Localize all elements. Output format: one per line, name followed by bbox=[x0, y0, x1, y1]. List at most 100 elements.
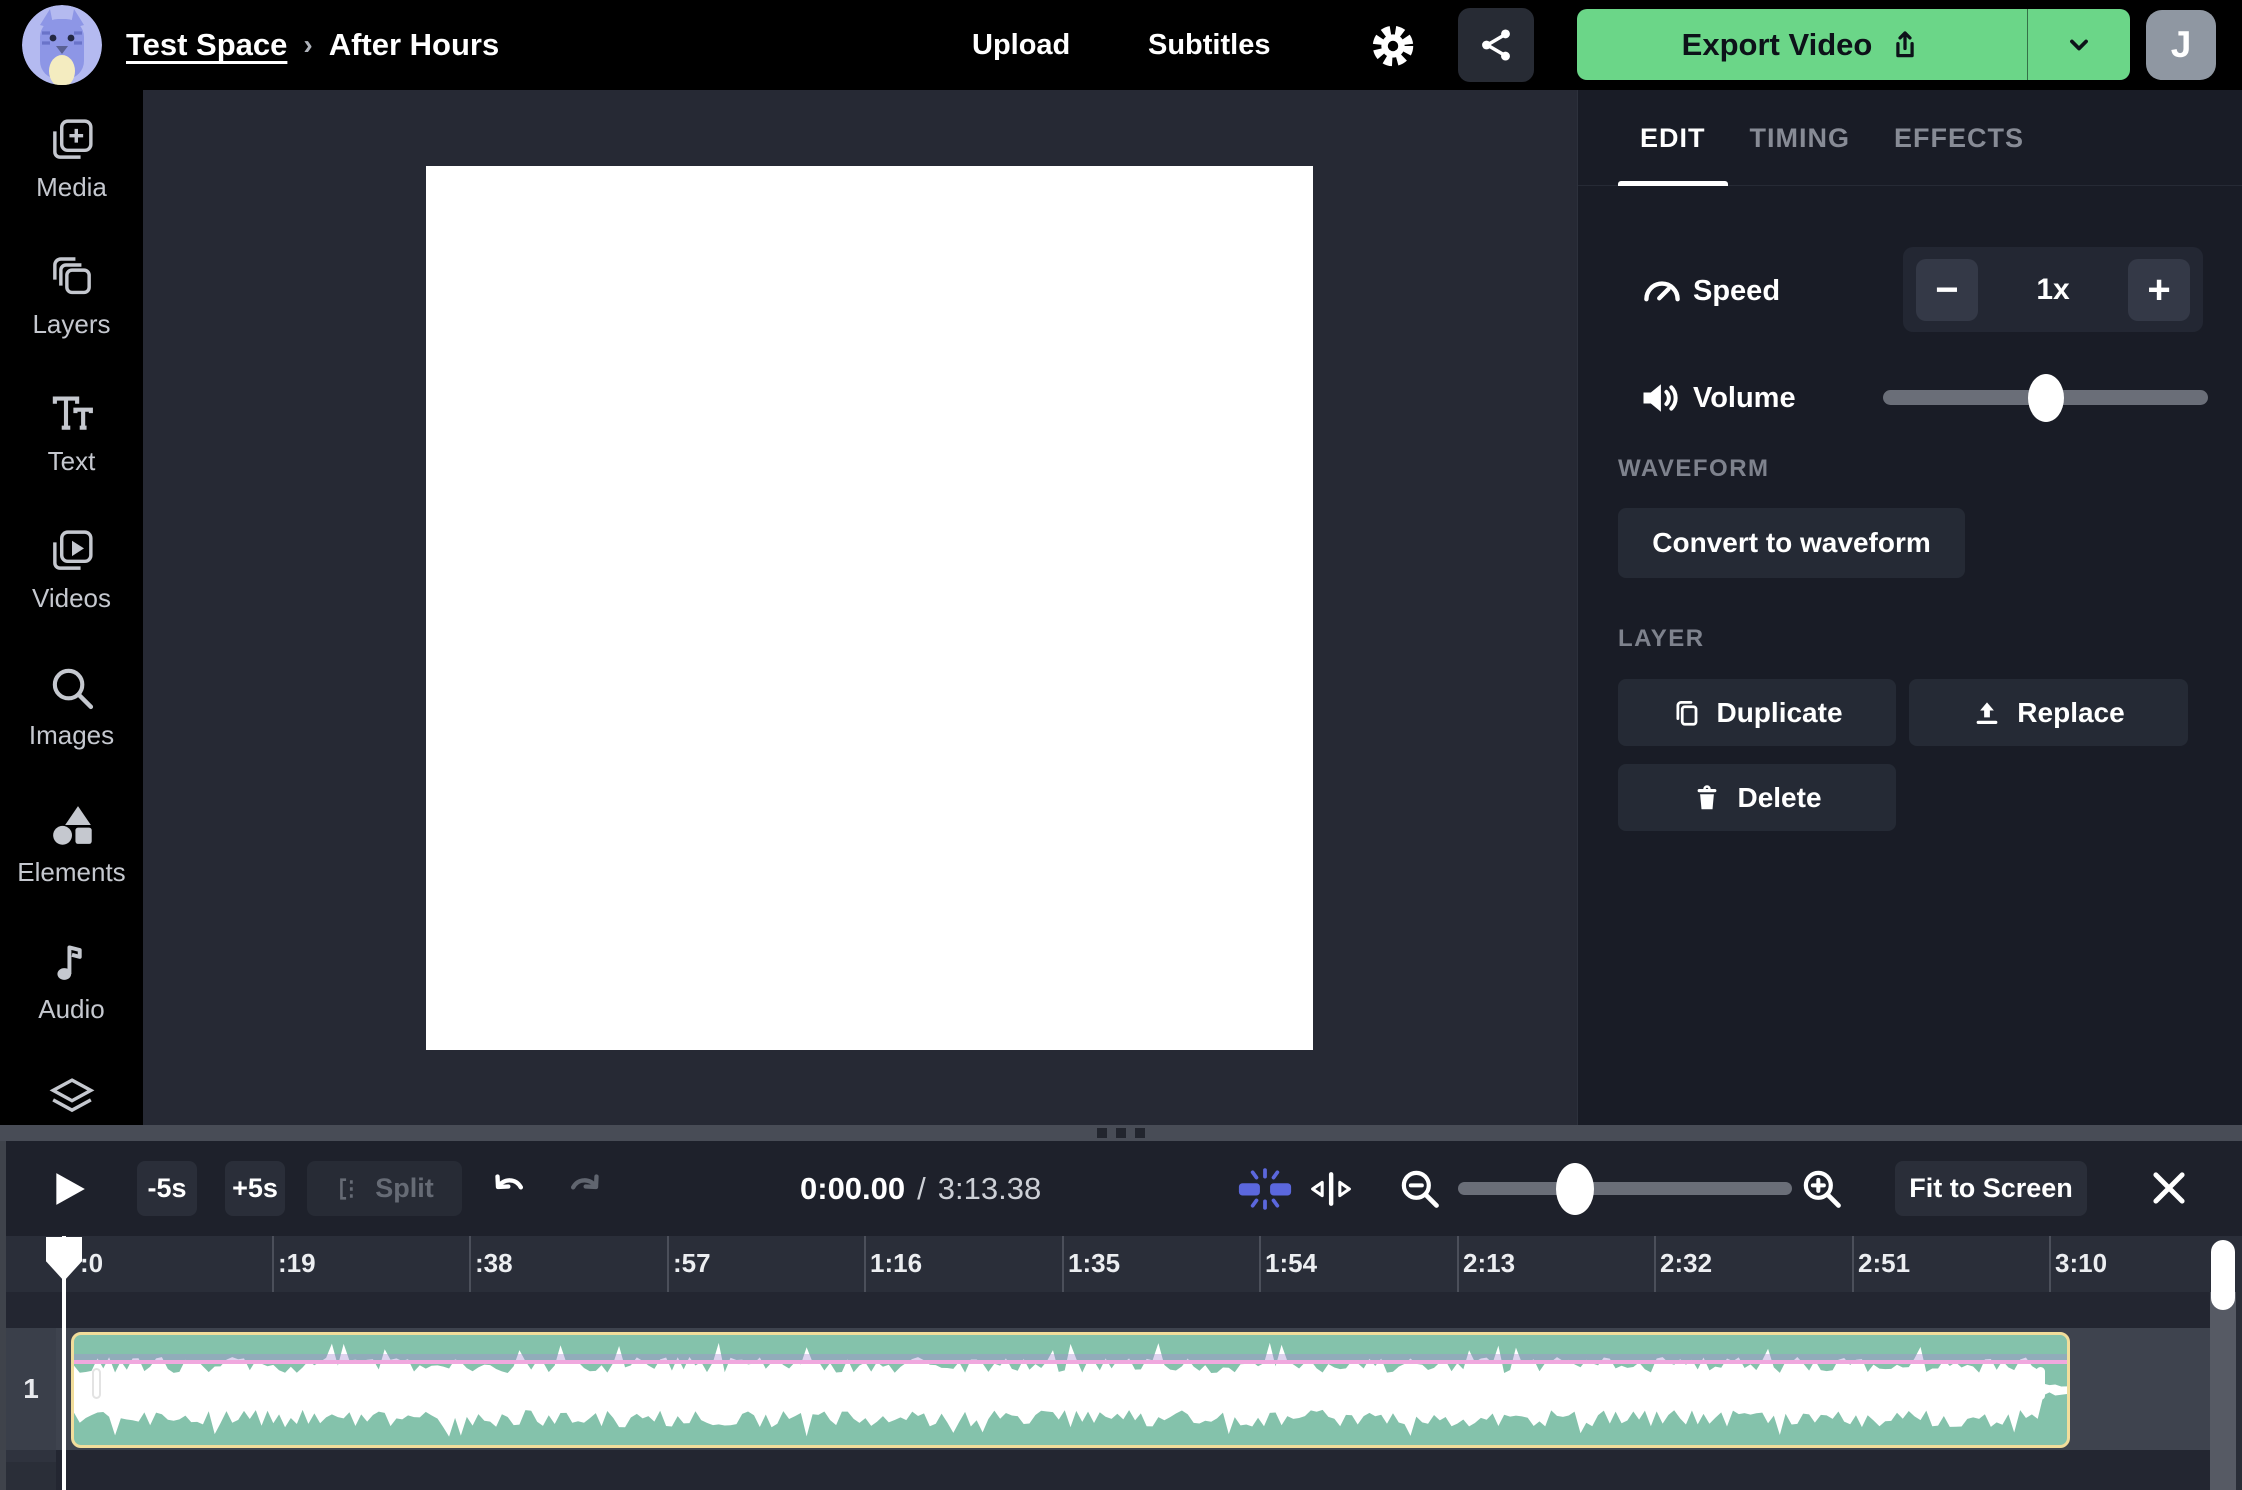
breadcrumb-separator: › bbox=[303, 29, 312, 61]
sidebar-item-stack[interactable] bbox=[0, 1049, 143, 1125]
time-separator: / bbox=[917, 1171, 926, 1207]
total-duration: 3:13.38 bbox=[938, 1171, 1041, 1207]
timeline-ruler[interactable]: :0:19:38:571:161:351:542:132:322:513:10 bbox=[0, 1236, 2242, 1292]
layer-section-heading: LAYER bbox=[1618, 625, 1705, 653]
duplicate-button[interactable]: Duplicate bbox=[1618, 679, 1896, 746]
ruler-tick-label: 1:35 bbox=[1068, 1248, 1120, 1279]
ruler-gridline bbox=[272, 1236, 274, 1292]
sidebar-item-label: Videos bbox=[32, 583, 111, 614]
ruler-gridline bbox=[667, 1236, 669, 1292]
sidebar-item-layers[interactable]: Layers bbox=[0, 227, 143, 364]
convert-to-waveform-button[interactable]: Convert to waveform bbox=[1618, 508, 1965, 578]
ruler-tick-label: 1:54 bbox=[1265, 1248, 1317, 1279]
trim-handles-icon bbox=[1306, 1165, 1356, 1213]
timeline-left-edge bbox=[0, 1141, 6, 1490]
ruler-tick-label: :57 bbox=[673, 1248, 711, 1279]
zoom-out-button[interactable] bbox=[1398, 1167, 1442, 1211]
zoom-in-icon bbox=[1800, 1167, 1844, 1211]
speed-decrease-button[interactable]: − bbox=[1916, 259, 1978, 321]
rewind-5s-button[interactable]: -5s bbox=[137, 1161, 197, 1216]
delete-label: Delete bbox=[1737, 782, 1821, 814]
timeline-scrollbar-track[interactable] bbox=[2210, 1292, 2236, 1490]
sidebar-item-elements[interactable]: Elements bbox=[0, 775, 143, 912]
current-time: 0:00.00 bbox=[800, 1171, 905, 1207]
ruler-gridline bbox=[1852, 1236, 1854, 1292]
volume-speaker-icon bbox=[1638, 376, 1682, 420]
panel-tabs: EDIT TIMING EFFECTS bbox=[1578, 90, 2242, 186]
tab-effects[interactable]: EFFECTS bbox=[1872, 90, 2046, 186]
speed-stepper: − 1x + bbox=[1903, 247, 2203, 332]
split-button[interactable]: Split bbox=[307, 1161, 462, 1216]
volume-slider[interactable] bbox=[1883, 390, 2208, 405]
replace-button[interactable]: Replace bbox=[1909, 679, 2188, 746]
audio-clip[interactable] bbox=[71, 1332, 2070, 1448]
split-icon bbox=[335, 1175, 363, 1203]
sidebar-item-label: Audio bbox=[38, 994, 105, 1025]
clip-volume-line[interactable] bbox=[74, 1360, 2067, 1364]
speed-increase-button[interactable]: + bbox=[2128, 259, 2190, 321]
duplicate-label: Duplicate bbox=[1716, 697, 1842, 729]
track-number-label: 1 bbox=[6, 1328, 56, 1450]
sidebar-item-text[interactable]: Text bbox=[0, 364, 143, 501]
ruler-tick-label: 1:16 bbox=[870, 1248, 922, 1279]
edit-panel: EDIT TIMING EFFECTS Speed − 1x + Volume … bbox=[1577, 90, 2242, 1125]
forward-5s-button[interactable]: +5s bbox=[225, 1161, 285, 1216]
redo-button[interactable] bbox=[564, 1169, 604, 1209]
trim-mode-button[interactable] bbox=[1306, 1165, 1356, 1213]
export-icon bbox=[1888, 28, 1922, 62]
sidebar-item-videos[interactable]: Videos bbox=[0, 501, 143, 638]
export-video-button[interactable]: Export Video bbox=[1577, 9, 2027, 80]
export-options-button[interactable] bbox=[2028, 9, 2130, 80]
tab-timing[interactable]: TIMING bbox=[1728, 90, 1873, 186]
timeline-scrollbar-thumb[interactable] bbox=[2211, 1240, 2235, 1310]
duplicate-icon bbox=[1671, 698, 1701, 728]
snap-toggle-button[interactable] bbox=[1236, 1167, 1294, 1211]
timeline-zoom-slider[interactable] bbox=[1458, 1182, 1792, 1195]
play-button[interactable] bbox=[50, 1169, 88, 1209]
layers-icon bbox=[48, 253, 96, 301]
close-timeline-button[interactable] bbox=[2148, 1167, 2190, 1209]
ruler-tick-label: 3:10 bbox=[2055, 1248, 2107, 1279]
sidebar-item-media[interactable]: Media bbox=[0, 90, 143, 227]
workspace-logo[interactable] bbox=[22, 5, 102, 85]
ruler-gridline bbox=[2049, 1236, 2051, 1292]
speed-value: 1x bbox=[2036, 273, 2069, 307]
ruler-tick-label: 2:32 bbox=[1660, 1248, 1712, 1279]
kapwing-editor: Test Space › After Hours Upload Subtitle… bbox=[0, 0, 2242, 1490]
upload-button[interactable]: Upload bbox=[972, 0, 1070, 90]
tab-edit[interactable]: EDIT bbox=[1618, 90, 1728, 186]
clip-trim-handle-left[interactable] bbox=[92, 1368, 101, 1399]
sidebar-item-label: Media bbox=[36, 172, 107, 203]
sidebar-item-images[interactable]: Images bbox=[0, 638, 143, 775]
share-button[interactable] bbox=[1458, 8, 1534, 82]
settings-button[interactable] bbox=[1368, 21, 1418, 71]
snap-magnet-icon bbox=[1236, 1167, 1294, 1211]
clip-trim-handle-right[interactable] bbox=[2036, 1367, 2045, 1400]
breadcrumb: Test Space › After Hours bbox=[126, 0, 499, 90]
subtitles-button[interactable]: Subtitles bbox=[1148, 0, 1270, 90]
text-icon bbox=[48, 390, 96, 438]
user-avatar[interactable]: J bbox=[2146, 10, 2216, 80]
fit-to-screen-button[interactable]: Fit to Screen bbox=[1895, 1161, 2087, 1216]
breadcrumb-workspace-link[interactable]: Test Space bbox=[126, 27, 287, 63]
breadcrumb-project-title[interactable]: After Hours bbox=[329, 27, 500, 63]
undo-button[interactable] bbox=[490, 1169, 530, 1209]
replace-label: Replace bbox=[2017, 697, 2124, 729]
elements-icon bbox=[48, 801, 96, 849]
volume-slider-thumb[interactable] bbox=[2028, 374, 2064, 422]
audio-waveform bbox=[74, 1335, 2067, 1445]
timeline-zoom-thumb[interactable] bbox=[1556, 1163, 1594, 1215]
close-icon bbox=[2148, 1167, 2190, 1209]
timeline-resize-handle[interactable] bbox=[0, 1125, 2242, 1141]
ruler-tick-label: :0 bbox=[80, 1248, 103, 1279]
export-video-label: Export Video bbox=[1682, 27, 1873, 63]
track-gutter-gap bbox=[6, 1450, 56, 1462]
sidebar-item-audio[interactable]: Audio bbox=[0, 912, 143, 1049]
ruler-gridline bbox=[1259, 1236, 1261, 1292]
images-icon bbox=[48, 664, 96, 712]
delete-button[interactable]: Delete bbox=[1618, 764, 1896, 831]
ruler-gridline bbox=[469, 1236, 471, 1292]
zoom-in-button[interactable] bbox=[1800, 1167, 1844, 1211]
video-canvas[interactable] bbox=[426, 166, 1313, 1050]
redo-icon bbox=[564, 1169, 604, 1209]
